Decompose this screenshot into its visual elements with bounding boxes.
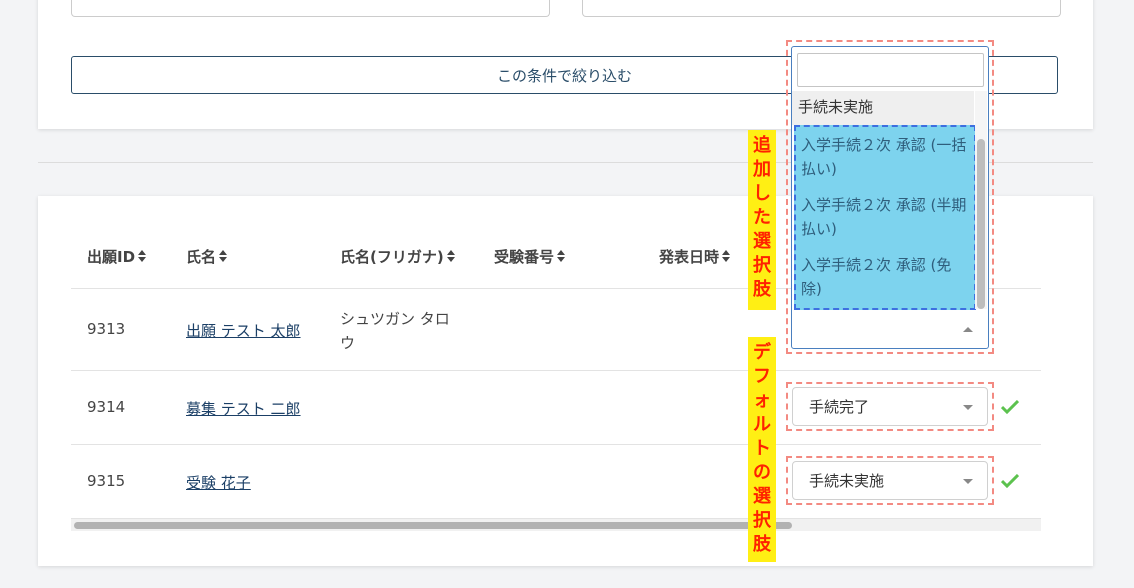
applicant-name-link[interactable]: 受験 花子: [186, 472, 251, 493]
caret-up-icon: [963, 327, 973, 332]
dropdown-option[interactable]: 入学手続２次 承認 (一括払い): [796, 127, 974, 187]
status-select-dropdown[interactable]: 手続未実施 入学手続２次 承認 (一括払い) 入学手続２次 承認 (半期払い) …: [791, 46, 989, 349]
column-header-name[interactable]: 氏名: [186, 246, 228, 267]
column-header-id-label: 出願ID: [87, 248, 136, 266]
check-icon: [1001, 400, 1019, 414]
added-options-annotation: 追加した選択肢: [748, 130, 776, 310]
added-options-group: 入学手続２次 承認 (一括払い) 入学手続２次 承認 (半期払い) 入学手続２次…: [794, 125, 976, 310]
sort-icon: [557, 250, 566, 264]
cell-kana: シュツガン タロウ: [340, 310, 450, 352]
dropdown-option[interactable]: 手続未実施: [792, 91, 974, 125]
caret-down-icon: [963, 479, 973, 484]
scrollbar-thumb[interactable]: [977, 139, 985, 309]
default-options-annotation: デフォルトの選択肢: [748, 337, 776, 562]
dropdown-search-input[interactable]: [797, 53, 984, 87]
row-divider: [71, 444, 1041, 445]
column-header-announce[interactable]: 発表日時: [659, 246, 731, 267]
applicant-name-link[interactable]: 出願 テスト 太郎: [186, 320, 301, 341]
column-header-id[interactable]: 出願ID: [87, 246, 147, 267]
horizontal-scrollbar[interactable]: [71, 519, 1041, 531]
dropdown-option[interactable]: 入学手続２次 承認 (免除): [796, 247, 974, 307]
cell-id: 9314: [87, 398, 126, 416]
status-select-value: 手続未実施: [809, 472, 885, 490]
cell-id: 9313: [87, 320, 126, 338]
status-select[interactable]: 手続完了: [792, 387, 988, 426]
scrollbar-thumb[interactable]: [74, 522, 792, 529]
dropdown-option[interactable]: 入学手続２次 承認 (半期払い): [796, 187, 974, 247]
column-header-announce-label: 発表日時: [659, 248, 720, 266]
status-select-value: 手続完了: [809, 398, 870, 416]
sort-icon: [138, 250, 147, 264]
caret-down-icon: [963, 405, 973, 410]
column-header-name-label: 氏名: [186, 248, 217, 266]
column-header-kana[interactable]: 氏名(フリガナ): [340, 246, 456, 267]
sort-icon: [446, 250, 456, 264]
cell-id: 9315: [87, 472, 126, 490]
column-header-exam-no[interactable]: 受験番号: [494, 246, 566, 267]
column-header-kana-label: 氏名(フリガナ): [340, 248, 444, 266]
applicant-name-link[interactable]: 募集 テスト 二郎: [186, 398, 301, 419]
filter-input-left[interactable]: [71, 0, 550, 17]
column-header-exam-no-label: 受験番号: [494, 248, 555, 266]
sort-icon: [722, 250, 731, 264]
status-select[interactable]: 手続未実施: [792, 461, 988, 500]
dropdown-scrollbar[interactable]: [975, 91, 987, 309]
check-icon: [1001, 474, 1019, 488]
filter-input-right[interactable]: [582, 0, 1061, 17]
row-divider: [71, 370, 1041, 371]
sort-icon: [219, 250, 228, 264]
